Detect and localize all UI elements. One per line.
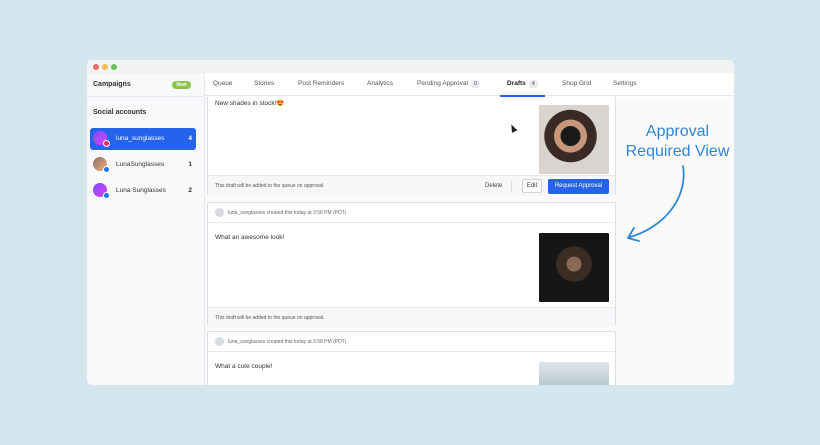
divider xyxy=(511,180,512,193)
tab-stories[interactable]: Stories xyxy=(254,73,274,96)
tab-label: Drafts xyxy=(507,80,526,87)
annotation-line-1: Approval xyxy=(645,123,710,140)
draft-post-card: luna_sunglasses created this today at 3:… xyxy=(207,331,616,385)
account-count: 4 xyxy=(188,135,192,142)
account-name: Luna Sunglasses xyxy=(116,187,166,194)
approval-note: This draft will be added to the queue on… xyxy=(215,183,325,189)
post-meta: luna_sunglasses created this today at 3:… xyxy=(228,210,347,216)
tab-post-reminders[interactable]: Post Reminders xyxy=(298,73,344,96)
post-meta: luna_sunglasses created this today at 3:… xyxy=(228,339,347,345)
tab-shop-grid[interactable]: Shop Grid xyxy=(562,73,591,96)
title-bar xyxy=(87,60,734,73)
facebook-icon xyxy=(103,192,110,199)
campaigns-label: Campaigns xyxy=(93,81,131,88)
tab-label: Pending Approval xyxy=(417,80,468,87)
approval-note: This draft will be added to the queue on… xyxy=(215,315,325,321)
tab-count: 0 xyxy=(470,80,481,88)
curved-arrow-icon xyxy=(627,165,685,242)
post-image[interactable] xyxy=(539,105,609,174)
sidebar: Campaigns New Social accounts luna_sungl… xyxy=(87,73,205,385)
user-avatar xyxy=(215,208,224,217)
tab-count: 4 xyxy=(528,80,538,88)
account-count: 1 xyxy=(188,161,192,168)
tab-analytics[interactable]: Analytics xyxy=(367,73,393,96)
top-nav: Queue Stories Post Reminders Analytics P… xyxy=(205,73,734,97)
instagram-icon xyxy=(103,140,110,147)
facebook-icon xyxy=(103,166,110,173)
tab-settings[interactable]: Settings xyxy=(613,73,637,96)
post-header: luna_sunglasses created this today at 3:… xyxy=(208,203,615,223)
post-caption: What a cute couple! xyxy=(215,363,273,370)
sidebar-account-luna-sunglasses[interactable]: Luna Sunglasses 2 xyxy=(90,180,196,202)
account-count: 2 xyxy=(188,187,192,194)
post-footer: This draft will be added to the queue on… xyxy=(208,175,615,196)
delete-button[interactable]: Delete xyxy=(483,181,504,191)
close-window-dot[interactable] xyxy=(93,63,99,70)
post-header: luna_sunglasses created this today at 3:… xyxy=(208,332,615,352)
post-image[interactable] xyxy=(539,362,609,385)
tab-queue[interactable]: Queue xyxy=(213,73,233,96)
draft-post-card: New shades in stock!😍 This draft will be… xyxy=(207,97,616,196)
user-avatar xyxy=(215,337,224,346)
edit-button[interactable]: Edit xyxy=(522,179,542,193)
annotation-label: Approval Required View xyxy=(620,122,735,162)
tab-drafts[interactable]: Drafts 4 xyxy=(500,73,545,97)
annotation-line-2: Required View xyxy=(625,143,730,160)
post-footer: This draft will be added to the queue on… xyxy=(208,307,615,327)
draft-post-card: luna_sunglasses created this today at 3:… xyxy=(207,202,616,327)
post-image[interactable] xyxy=(539,233,609,302)
request-approval-button[interactable]: Request Approval xyxy=(548,179,609,194)
post-caption: What an awesome look! xyxy=(215,234,285,241)
maximize-window-dot[interactable] xyxy=(111,63,117,70)
account-name: LunaSunglasses xyxy=(116,161,165,168)
new-badge: New xyxy=(172,81,191,89)
social-accounts-heading: Social accounts xyxy=(93,109,147,116)
tab-pending-approval[interactable]: Pending Approval 0 xyxy=(417,73,481,96)
sidebar-account-lunasunglasses[interactable]: LunaSunglasses 1 xyxy=(90,154,196,176)
sidebar-item-campaigns[interactable]: Campaigns New xyxy=(87,73,205,97)
minimize-window-dot[interactable] xyxy=(102,63,108,70)
sidebar-account-luna_sunglasses[interactable]: luna_sunglasses 4 xyxy=(90,128,196,150)
account-name: luna_sunglasses xyxy=(116,135,165,142)
post-caption: New shades in stock!😍 xyxy=(215,100,285,107)
